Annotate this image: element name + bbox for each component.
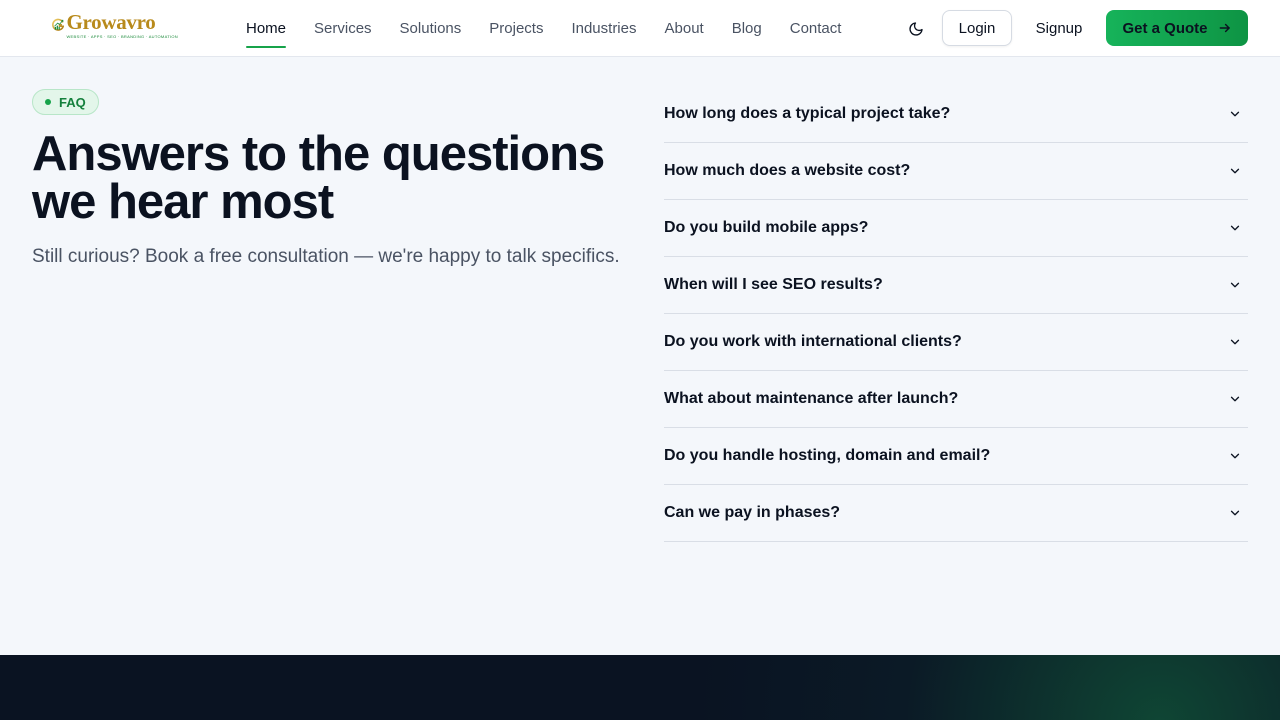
faq-item[interactable]: Can we pay in phases? — [664, 485, 1248, 542]
faq-question: What about maintenance after launch? — [664, 390, 959, 407]
signup-button[interactable]: Signup — [1024, 10, 1094, 46]
nav-item-industries[interactable]: Industries — [571, 0, 636, 57]
chevron-down-icon — [1230, 453, 1240, 459]
chevron-down-icon — [1230, 225, 1240, 231]
faq-question: Can we pay in phases? — [664, 504, 841, 521]
faq-question: When will I see SEO results? — [664, 276, 883, 293]
faq-item[interactable]: Do you handle hosting, domain and email? — [664, 428, 1248, 485]
faq-item[interactable]: Do you work with international clients? — [664, 314, 1248, 371]
chevron-down-icon — [1230, 282, 1240, 288]
faq-question: How much does a website cost? — [664, 162, 911, 179]
logo-icon — [52, 18, 65, 31]
nav-item-contact[interactable]: Contact — [790, 0, 842, 57]
logo[interactable]: Growavro WEBSITE · APPS · SEO · BRANDING… — [52, 4, 178, 46]
page-title: Answers to the questions we hear most — [32, 127, 605, 229]
chevron-down-icon — [1230, 168, 1240, 174]
logo-name: Growavro — [66, 9, 156, 34]
chevron-down-icon — [1230, 111, 1240, 117]
faq-question: Do you build mobile apps? — [664, 219, 869, 236]
logo-tagline: WEBSITE · APPS · SEO · BRANDING · AUTOMA… — [66, 33, 178, 39]
nav-item-blog[interactable]: Blog — [732, 0, 762, 57]
theme-toggle-button[interactable] — [904, 17, 928, 41]
chevron-down-icon — [1230, 339, 1240, 345]
faq-item[interactable]: What about maintenance after launch? — [664, 371, 1248, 428]
moon-icon — [909, 22, 923, 36]
faq-item[interactable]: Do you build mobile apps? — [664, 200, 1248, 257]
faq-item[interactable]: When will I see SEO results? — [664, 257, 1248, 314]
faq-item[interactable]: How long does a typical project take? — [664, 86, 1248, 143]
faq-accordion: How long does a typical project take? Ho… — [664, 86, 1248, 542]
faq-question: Do you work with international clients? — [664, 333, 962, 350]
faq-badge-label: FAQ — [59, 94, 86, 110]
login-button[interactable]: Login — [942, 10, 1012, 46]
footer-section — [0, 655, 1280, 720]
chevron-down-icon — [1230, 396, 1240, 402]
faq-item[interactable]: How much does a website cost? — [664, 143, 1248, 200]
page-subtitle: Still curious? Book a free consultation … — [32, 246, 620, 267]
get-a-quote-label: Get a Quote — [1122, 19, 1208, 37]
badge-dot — [45, 99, 51, 105]
nav-item-home[interactable]: Home — [246, 0, 287, 57]
nav-item-projects[interactable]: Projects — [489, 0, 543, 57]
get-a-quote-button[interactable]: Get a Quote — [1106, 10, 1248, 46]
faq-question: How long does a typical project take? — [664, 105, 951, 122]
nav-item-services[interactable]: Services — [314, 0, 372, 57]
nav-item-about[interactable]: About — [665, 0, 704, 57]
faq-badge: FAQ — [32, 89, 99, 115]
main-nav: Home Services Solutions Projects Industr… — [232, 0, 855, 57]
chevron-down-icon — [1230, 510, 1240, 516]
arrow-right-icon — [1219, 23, 1230, 33]
faq-question: Do you handle hosting, domain and email? — [664, 447, 991, 464]
nav-item-solutions[interactable]: Solutions — [400, 0, 462, 57]
site-header: Growavro WEBSITE · APPS · SEO · BRANDING… — [0, 0, 1280, 57]
